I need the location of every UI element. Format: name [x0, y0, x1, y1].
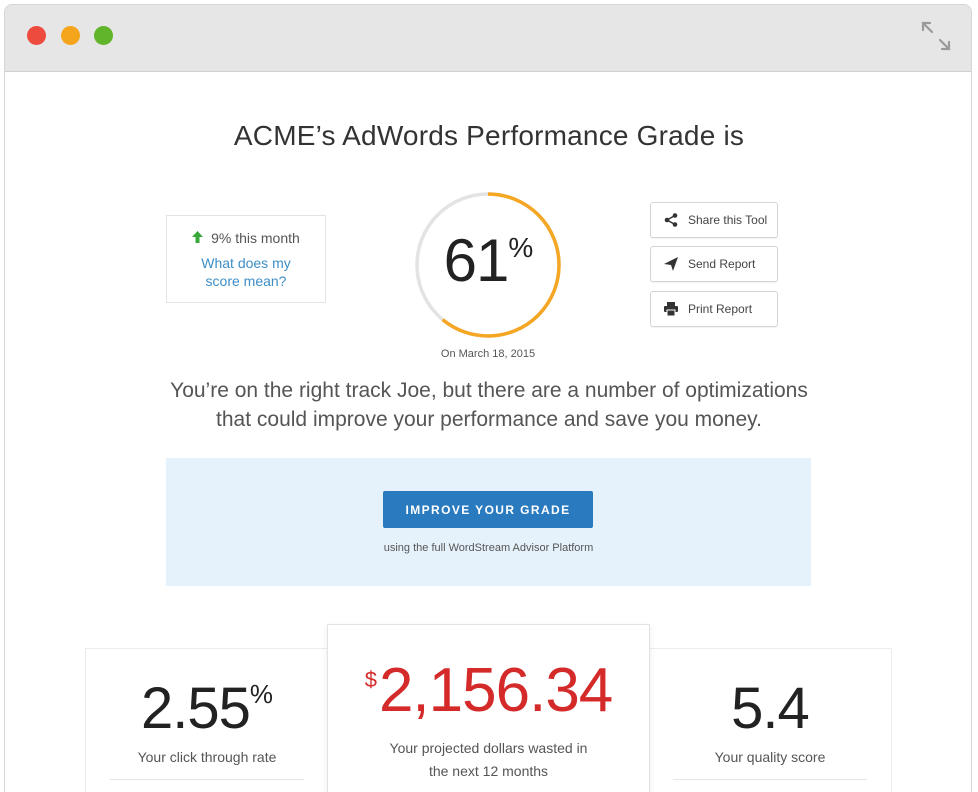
- send-report-button[interactable]: Send Report: [650, 246, 778, 282]
- zoom-window-button[interactable]: [94, 26, 113, 45]
- share-icon: [663, 212, 679, 228]
- ctr-card: 2.55% Your click through rate: [85, 648, 329, 792]
- divider: [673, 779, 867, 780]
- grade-date: On March 18, 2015: [440, 348, 536, 360]
- quality-card: 5.4 Your quality score: [648, 648, 892, 792]
- send-icon: [663, 256, 679, 272]
- cta-subtext: using the full WordStream Advisor Platfo…: [383, 542, 594, 554]
- grade-unit: %: [508, 232, 533, 263]
- trend-card: 9% this month What does my score mean?: [166, 215, 326, 303]
- divider: [110, 779, 304, 780]
- ctr-label: Your click through rate: [137, 749, 277, 765]
- score-meaning-link[interactable]: What does my score mean?: [167, 254, 325, 290]
- minimize-window-button[interactable]: [61, 26, 80, 45]
- cta-panel: IMPROVE YOUR GRADE using the full WordSt…: [166, 458, 811, 586]
- ctr-value: 2.55%: [140, 676, 273, 741]
- grade-message: You’re on the right track Joe, but there…: [170, 379, 808, 431]
- grade-value: 61%: [443, 227, 534, 294]
- wasted-value: $2,156.34: [364, 656, 614, 725]
- print-icon: [663, 301, 679, 317]
- quality-value: 5.4: [731, 676, 810, 741]
- wasted-card: $2,156.34 Your projected dollars wasted …: [327, 624, 650, 792]
- expand-icon[interactable]: [919, 19, 953, 53]
- window-titlebar: [5, 5, 971, 72]
- wasted-label: Your projected dollars wasted in the nex…: [389, 740, 588, 779]
- improve-grade-button[interactable]: IMPROVE YOUR GRADE: [383, 491, 593, 528]
- print-report-button[interactable]: Print Report: [650, 291, 778, 327]
- arrow-up-icon: [192, 230, 207, 246]
- close-window-button[interactable]: [27, 26, 46, 45]
- quality-label: Your quality score: [714, 749, 826, 765]
- share-tool-button[interactable]: Share this Tool: [650, 202, 778, 238]
- trend-text: 9% this month: [211, 230, 300, 246]
- page-title: ACME’s AdWords Performance Grade is: [233, 120, 745, 151]
